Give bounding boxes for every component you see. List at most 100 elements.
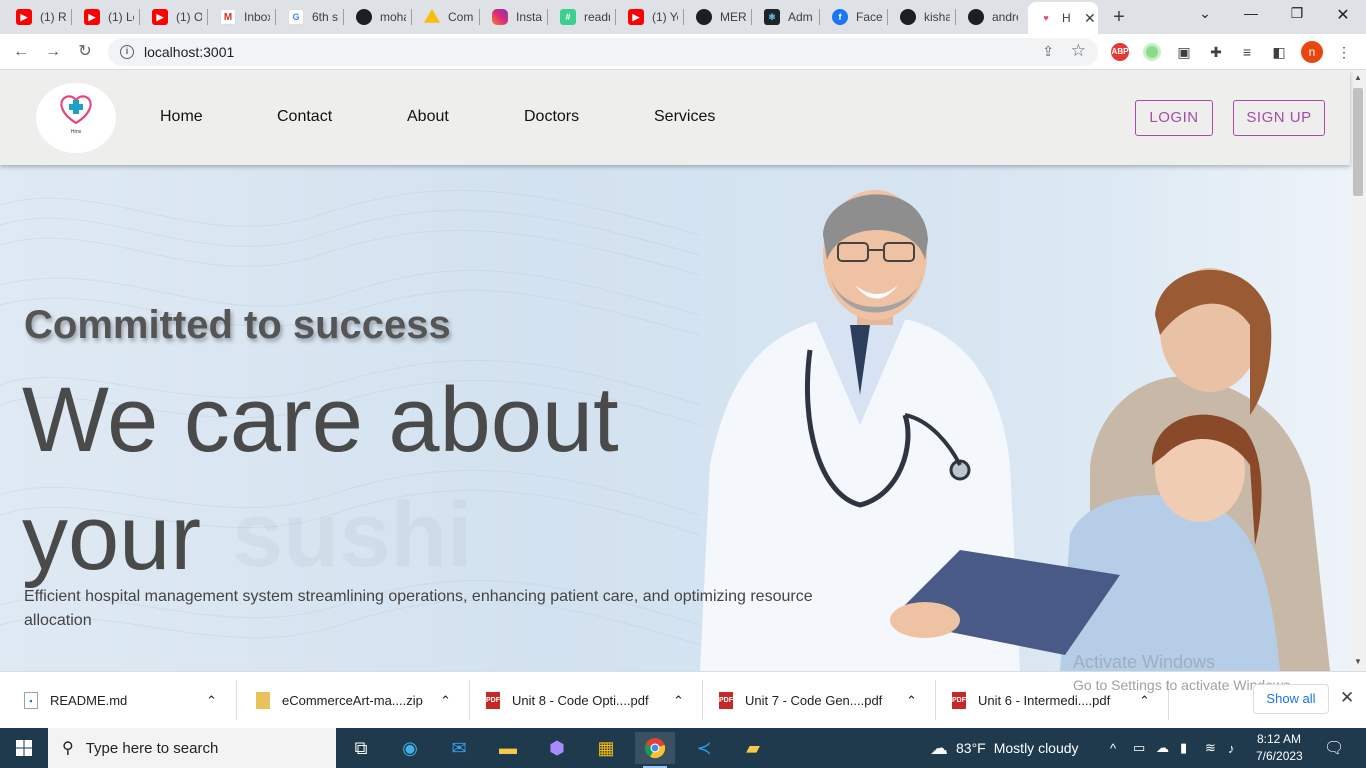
browser-tab[interactable]: ▶(1) Or (136, 0, 208, 34)
browser-toolbar: ← → ↻ i localhost:3001 ⇪ ☆ ABP ▣ ✚ ≡ ◧ n… (0, 34, 1366, 70)
weather-description: Mostly cloudy (993, 740, 1079, 756)
nav-home[interactable]: Home (160, 108, 203, 126)
browser-tab[interactable]: Comp (408, 0, 480, 34)
mail-icon[interactable]: ✉ (439, 732, 479, 764)
browser-tab[interactable]: MERN (680, 0, 752, 34)
volume-icon[interactable]: ♪ (1228, 728, 1235, 768)
chevron-up-icon[interactable]: ⌃ (906, 672, 917, 729)
clock-date: 7/6/2023 (1256, 749, 1303, 763)
nav-about[interactable]: About (407, 108, 449, 126)
download-filename: README.md (50, 693, 128, 708)
picture-in-picture-icon[interactable]: ▣ (1175, 43, 1193, 61)
puzzle-extensions-icon[interactable]: ✚ (1207, 43, 1225, 61)
site-info-icon[interactable]: i (120, 45, 134, 59)
browser-tab[interactable]: andre (952, 0, 1024, 34)
close-window-icon[interactable]: ✕ (1331, 5, 1355, 25)
nav-doctors[interactable]: Doctors (524, 108, 579, 126)
taskbar-search-box[interactable]: ⚲ Type here to search (48, 728, 336, 768)
menu-dots-icon[interactable]: ⋮ (1335, 43, 1353, 61)
hero-section: Committed to success sushi We care about… (0, 165, 1350, 671)
youtube-icon: ▶ (84, 9, 100, 25)
file-explorer-icon[interactable]: ▬ (488, 732, 528, 764)
chevron-up-icon[interactable]: ⌃ (440, 672, 451, 729)
signup-button[interactable]: SIGN UP (1233, 100, 1325, 136)
scrollbar-thumb[interactable] (1353, 88, 1363, 196)
browser-tab[interactable]: # readr (544, 0, 616, 34)
github-icon (900, 9, 916, 25)
close-tab-icon[interactable]: ✕ (1084, 10, 1096, 27)
profile-avatar[interactable]: n (1301, 41, 1323, 63)
edge-icon[interactable]: ◉ (390, 732, 430, 764)
chevron-up-icon[interactable]: ⌃ (206, 672, 217, 729)
windows-taskbar: ⚲ Type here to search ⧉ ◉ ✉ ▬ ⬢ ▦ ≺ ▰ ☁ … (0, 728, 1366, 768)
pdf-file-icon: PDF (486, 692, 500, 709)
chrome-icon[interactable] (635, 732, 675, 768)
system-clock[interactable]: 8:12 AM 7/6/2023 (1256, 731, 1303, 765)
bookmark-star-icon[interactable]: ☆ (1071, 41, 1086, 61)
site-navbar: Hms Home Contact About Doctors Services … (0, 70, 1350, 165)
wifi-icon[interactable]: ≋ (1205, 728, 1216, 768)
reload-icon[interactable]: ↻ (74, 41, 96, 63)
activate-windows-title: Activate Windows (1073, 652, 1216, 671)
browser-tab[interactable]: ⚛ Adm (748, 0, 820, 34)
hero-headline: We care about your (22, 369, 619, 589)
folder-icon[interactable]: ▰ (733, 732, 773, 764)
browser-tab[interactable]: G6th se (272, 0, 344, 34)
site-logo[interactable]: Hms (36, 83, 116, 153)
browser-tab[interactable]: moha (340, 0, 412, 34)
tab-search-icon[interactable]: ⌄ (1193, 5, 1217, 25)
page-scrollbar[interactable]: ▲ ▼ (1350, 70, 1366, 671)
download-item[interactable]: eCommerceArt-ma....zip (256, 672, 423, 729)
back-icon[interactable]: ← (10, 41, 32, 63)
show-all-downloads-button[interactable]: Show all (1253, 684, 1329, 714)
browser-tab[interactable]: kisha (884, 0, 956, 34)
share-icon[interactable]: ⇪ (1042, 43, 1054, 60)
notifications-icon[interactable]: 🗨 (1324, 728, 1344, 768)
scroll-up-icon[interactable]: ▲ (1354, 73, 1362, 82)
media-queue-icon[interactable]: ≡ (1238, 43, 1256, 61)
browser-tab[interactable]: ▶(1) Yo (612, 0, 684, 34)
task-view-icon[interactable]: ⧉ (341, 732, 381, 764)
camera-icon[interactable]: ▭ (1133, 728, 1145, 768)
new-tab-button[interactable]: + (1108, 6, 1130, 28)
address-bar[interactable]: i localhost:3001 ⇪ ☆ (108, 38, 1098, 66)
weather-widget[interactable]: ☁ 83°F Mostly cloudy (930, 728, 1079, 768)
forward-icon[interactable]: → (42, 41, 64, 63)
download-item[interactable]: PDF Unit 7 - Code Gen....pdf (719, 672, 882, 729)
show-hidden-icons[interactable]: ^ (1110, 728, 1116, 768)
login-button[interactable]: LOGIN (1135, 100, 1213, 136)
side-panel-icon[interactable]: ◧ (1270, 43, 1288, 61)
cloud-sync-icon[interactable]: ☁ (1156, 728, 1169, 768)
nav-contact[interactable]: Contact (277, 108, 332, 126)
youtube-icon: ▶ (152, 9, 168, 25)
file-icon: ▪ (24, 692, 38, 709)
close-downloads-icon[interactable]: ✕ (1340, 688, 1354, 708)
browser-tab[interactable]: ▶(1) Re (0, 0, 72, 34)
browser-tab-active[interactable]: ♥ H ✕ (1028, 2, 1098, 34)
github-icon (696, 9, 712, 25)
download-item[interactable]: ▪ README.md (24, 672, 127, 729)
browser-tab[interactable]: ▶(1) Le (68, 0, 140, 34)
minimize-icon[interactable]: — (1239, 5, 1263, 25)
battery-icon[interactable]: ▮ (1180, 728, 1187, 768)
chevron-up-icon[interactable]: ⌃ (673, 672, 684, 729)
react-icon: ⚛ (764, 9, 780, 25)
youtube-icon: ▶ (16, 9, 32, 25)
nav-services[interactable]: Services (654, 108, 715, 126)
app-icon[interactable]: ⬢ (537, 732, 577, 764)
browser-tab[interactable]: MInbox (204, 0, 276, 34)
store-icon[interactable]: ▦ (586, 732, 626, 764)
adblock-plus-icon[interactable]: ABP (1111, 43, 1129, 61)
scroll-down-icon[interactable]: ▼ (1354, 657, 1362, 666)
browser-tab[interactable]: Insta (476, 0, 548, 34)
windows-start-button[interactable] (0, 728, 48, 768)
restore-icon[interactable]: ❐ (1285, 5, 1309, 25)
heart-icon: ♥ (1038, 10, 1054, 26)
vscode-icon[interactable]: ≺ (684, 732, 724, 764)
extension-icon[interactable] (1143, 43, 1161, 61)
download-item[interactable]: PDF Unit 8 - Code Opti....pdf (486, 672, 649, 729)
gmail-icon: M (220, 9, 236, 25)
readme-icon: # (560, 9, 576, 25)
search-icon: ⚲ (62, 740, 74, 757)
browser-tab[interactable]: fFaceb (816, 0, 888, 34)
